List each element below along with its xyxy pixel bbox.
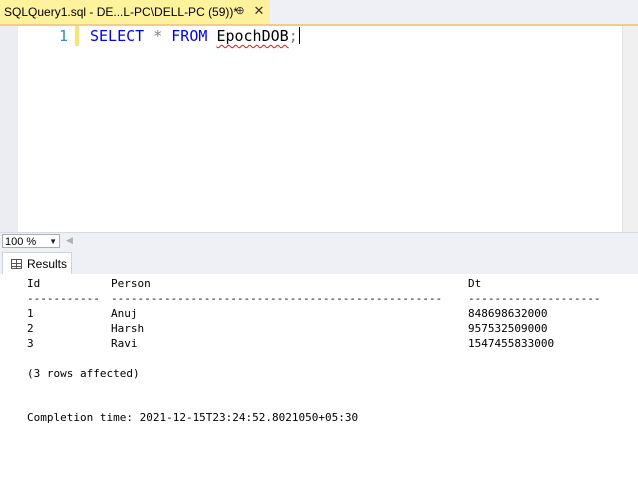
cell-person: Anuj	[111, 307, 138, 320]
cell-dt: 848698632000	[468, 307, 548, 320]
separator-person: ----------------------------------------…	[111, 292, 443, 305]
grid-icon	[11, 258, 22, 269]
column-header-dt: Dt	[468, 277, 482, 290]
change-indicator-bar	[75, 26, 79, 46]
cell-id: 2	[27, 322, 34, 335]
query-document-tab[interactable]: SQLQuery1.sql - DE...L-PC\DELL-PC (59))*…	[0, 0, 270, 24]
chevron-down-icon: ▼	[49, 237, 57, 246]
tab-title: SQLQuery1.sql - DE...L-PC\DELL-PC (59))*	[4, 5, 239, 19]
keyword-from: FROM	[171, 27, 208, 45]
cell-person: Harsh	[111, 322, 145, 335]
separator-id: -----------	[27, 292, 100, 305]
results-pane[interactable]: Id Person Dt ----------- ---------------…	[0, 274, 638, 502]
table-identifier: EpochDOB	[216, 27, 289, 45]
cell-person: Ravi	[111, 337, 138, 350]
line-number: 1	[58, 27, 68, 45]
results-tab-label: Results	[27, 256, 68, 271]
zoom-select[interactable]: 100 % ▼	[2, 234, 60, 248]
cell-id: 3	[27, 337, 34, 350]
document-tab-strip: SQLQuery1.sql - DE...L-PC\DELL-PC (59))*…	[0, 0, 638, 26]
semicolon: ;	[288, 27, 298, 45]
separator-dt: --------------------	[468, 292, 601, 305]
tab-results[interactable]: Results	[2, 252, 72, 274]
scroll-left-icon[interactable]: ◀	[66, 235, 73, 246]
vertical-scrollbar[interactable]	[622, 26, 638, 232]
keyword-select: SELECT	[90, 27, 145, 45]
completion-time-message: Completion time: 2021-12-15T23:24:52.802…	[27, 411, 359, 424]
rows-affected-message: (3 rows affected)	[27, 367, 140, 380]
column-header-id: Id	[27, 277, 41, 290]
code-line[interactable]: SELECT * FROM EpochDOB;	[90, 26, 300, 46]
pin-icon[interactable]: ⊕	[233, 4, 247, 18]
zoom-bar: 100 % ▼ ◀	[0, 232, 638, 250]
zoom-value: 100 %	[5, 236, 37, 248]
star-operator: *	[153, 27, 163, 45]
text-caret	[298, 27, 300, 44]
results-tab-strip: Results	[0, 250, 638, 274]
cell-dt: 1547455833000	[468, 337, 555, 350]
editor-margin	[0, 26, 18, 232]
cell-dt: 957532509000	[468, 322, 548, 335]
column-header-person: Person	[111, 277, 151, 290]
close-icon[interactable]: ✕	[252, 4, 266, 18]
horizontal-scrollbar[interactable]	[78, 236, 638, 246]
cell-id: 1	[27, 307, 34, 320]
query-editor[interactable]: 1 SELECT * FROM EpochDOB;	[0, 26, 638, 232]
